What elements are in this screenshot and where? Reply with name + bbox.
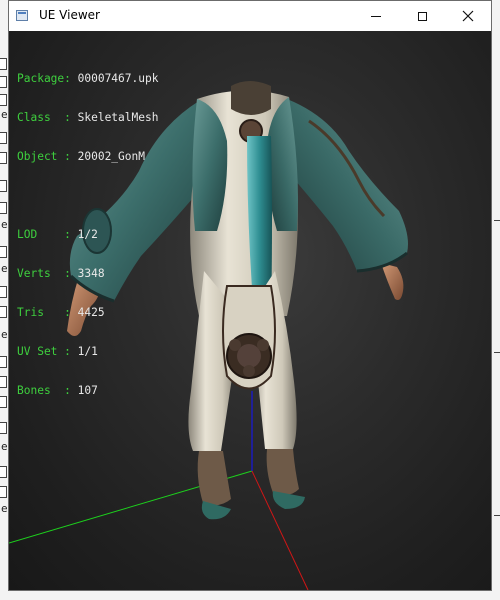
info-row-package: Package: 00007467.upk <box>17 72 158 85</box>
object-label: Object : <box>17 150 78 163</box>
window-title: UE Viewer <box>39 8 100 22</box>
left-boot-upper <box>197 451 231 506</box>
bones-value: 107 <box>77 384 98 397</box>
background-text-fragment: e <box>1 218 8 231</box>
ue-viewer-window[interactable]: UE Viewer Package: 00007467.upk Class: … <box>8 0 492 591</box>
background-divider <box>494 220 500 221</box>
class-label: Class : <box>17 111 78 124</box>
background-checkbox <box>0 466 7 478</box>
background-text-fragment: e <box>1 262 8 275</box>
info-row-object: Object : 20002_GonM <box>17 150 158 163</box>
mesh-info-overlay: Package: 00007467.upk Class : SkeletalMe… <box>17 46 158 423</box>
close-button[interactable] <box>445 1 491 31</box>
maximize-icon <box>417 11 427 21</box>
info-row-lod: LOD : 1/2 <box>17 228 158 241</box>
tris-value: 4425 <box>77 306 105 319</box>
background-checkbox <box>0 202 7 214</box>
class-value: SkeletalMesh <box>77 111 159 124</box>
title-bar[interactable]: UE Viewer <box>9 1 491 31</box>
info-row-verts: Verts : 3348 <box>17 267 158 280</box>
background-text-fragment: e <box>1 108 8 121</box>
close-icon <box>462 10 474 22</box>
info-row-uvset: UV Set : 1/1 <box>17 345 158 358</box>
minimize-button[interactable] <box>353 1 399 31</box>
background-right-edge <box>491 30 500 590</box>
background-checkbox <box>0 76 7 88</box>
background-checkbox <box>0 486 7 498</box>
uvset-label: UV Set : <box>17 345 78 358</box>
background-checkbox <box>0 246 7 258</box>
background-checkbox <box>0 356 7 368</box>
background-checkbox <box>0 376 7 388</box>
apron-ornament <box>226 333 272 379</box>
app-window-icon <box>16 10 28 21</box>
background-checkbox <box>0 94 7 106</box>
lod-label: LOD : <box>17 228 78 241</box>
background-text-fragment: e <box>1 328 8 341</box>
background-checkbox <box>0 132 7 144</box>
info-row-tris: Tris : 4425 <box>17 306 158 319</box>
tris-label: Tris : <box>17 306 78 319</box>
background-checkbox <box>0 396 7 408</box>
info-row-class: Class : SkeletalMesh <box>17 111 158 124</box>
bones-label: Bones : <box>17 384 78 397</box>
3d-viewport[interactable]: Package: 00007467.upk Class : SkeletalMe… <box>9 31 491 590</box>
object-value: 20002_GonM <box>77 150 145 163</box>
background-text-fragment: e <box>1 502 8 515</box>
maximize-button[interactable] <box>399 1 445 31</box>
background-checkbox <box>0 152 7 164</box>
right-boot-upper <box>266 449 299 496</box>
package-value: 00007467.upk <box>77 72 159 85</box>
background-divider <box>494 352 500 353</box>
uvset-value: 1/1 <box>77 345 98 358</box>
right-sleeve <box>287 99 408 271</box>
background-checkbox <box>0 286 7 298</box>
background-checkbox <box>0 58 7 70</box>
package-label: Package: <box>17 72 78 85</box>
lod-value: 1/2 <box>77 228 98 241</box>
collar <box>231 81 271 115</box>
background-divider <box>494 515 500 516</box>
verts-label: Verts : <box>17 267 78 280</box>
verts-value: 3348 <box>77 267 105 280</box>
minimize-icon <box>371 15 381 17</box>
background-checkbox <box>0 306 7 318</box>
info-row-bones: Bones : 107 <box>17 384 158 397</box>
background-checkbox <box>0 422 7 434</box>
background-checkbox <box>0 180 7 192</box>
right-hand <box>381 263 404 300</box>
background-text-fragment: e <box>1 440 8 453</box>
info-spacer <box>17 189 158 202</box>
